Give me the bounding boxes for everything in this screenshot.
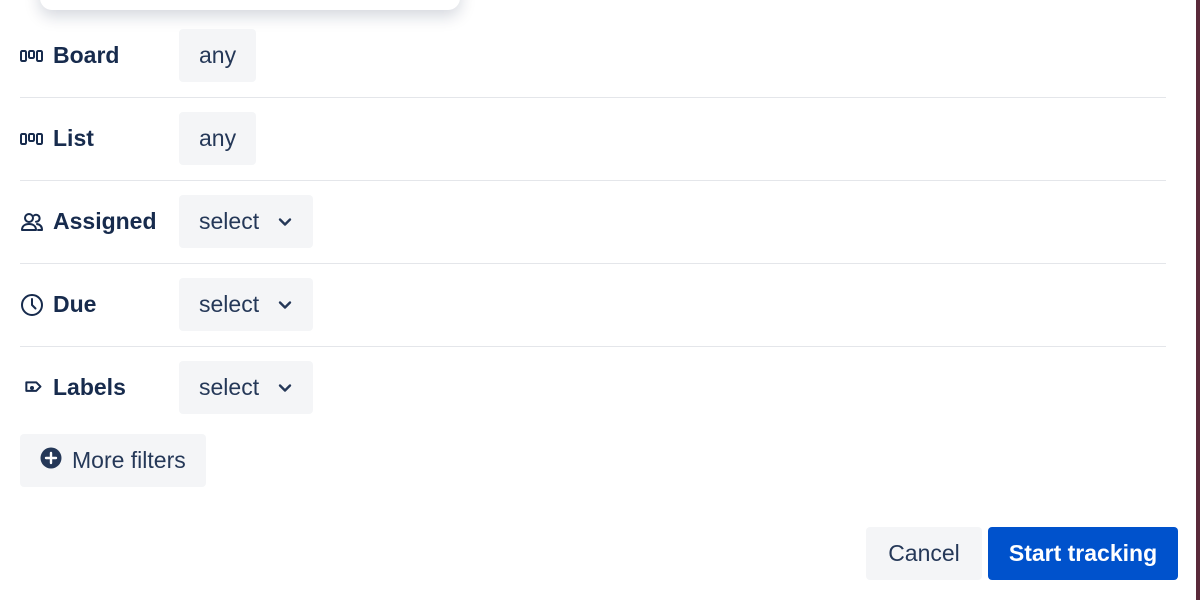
chevron-down-icon [277,380,293,396]
filter-row-board: Board any [20,14,1166,98]
filter-row-labels: Labels select [20,346,1166,429]
list-select-value: any [199,125,237,151]
filter-label-due: Due [20,263,96,346]
filter-label-text: Due [53,291,97,317]
board-select-value: any [199,42,237,68]
filter-panel: Board any List any Assigned select Due s… [0,0,1196,600]
labels-select[interactable]: select [179,361,314,414]
more-filters-button[interactable]: More filters [20,434,206,487]
people-icon [20,210,44,234]
plus-circle-icon [40,447,62,475]
assigned-select[interactable]: select [179,195,314,248]
filter-label-list: List [20,97,94,180]
filter-label-text: Assigned [53,208,157,234]
list-select[interactable]: any [179,112,257,165]
filter-label-text: Labels [53,374,126,400]
filter-label-labels: Labels [20,346,126,429]
board-select[interactable]: any [179,29,257,82]
cancel-button[interactable]: Cancel [866,527,982,580]
filter-label-board: Board [20,14,119,97]
filter-row-due: Due select [20,263,1166,347]
start-tracking-button[interactable]: Start tracking [988,527,1178,580]
filter-row-assigned: Assigned select [20,180,1166,264]
more-filters-label: More filters [72,447,186,473]
window-edge [1196,0,1200,600]
labels-select-value: select [199,374,260,400]
assigned-select-value: select [199,208,260,234]
clock-icon [20,293,44,317]
due-select[interactable]: select [179,278,314,331]
board-icon [20,44,44,68]
filter-row-list: List any [20,97,1166,181]
due-select-value: select [199,291,260,317]
filter-label-text: Board [53,42,120,68]
filter-label-assigned: Assigned [20,180,157,263]
chevron-down-icon [277,214,293,230]
filter-label-text: List [53,125,94,151]
chevron-down-icon [277,297,293,313]
list-icon [20,127,44,151]
tag-icon [20,376,44,400]
